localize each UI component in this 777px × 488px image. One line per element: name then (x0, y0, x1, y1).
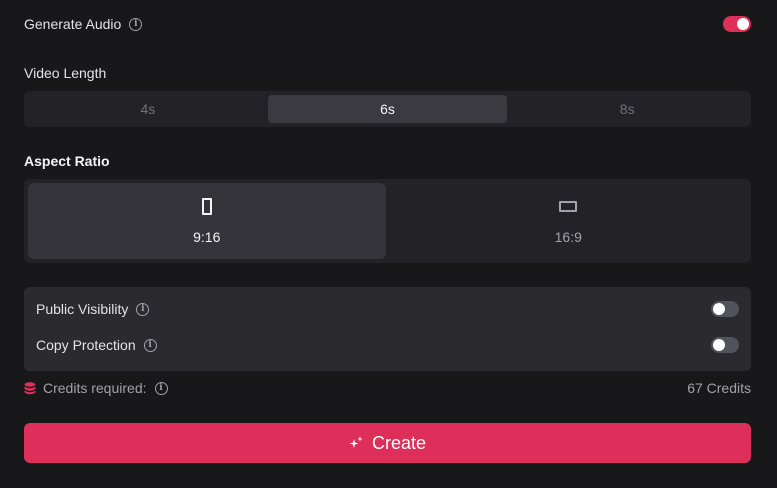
copy-protection-label: Copy Protection (36, 337, 136, 353)
public-visibility-row: Public Visibility i (36, 301, 739, 317)
aspect-option-label: 16:9 (554, 228, 582, 245)
video-length-label: Video Length (24, 65, 107, 81)
public-visibility-label: Public Visibility (36, 301, 129, 317)
info-icon[interactable]: i (129, 17, 143, 31)
visibility-options-panel: Public Visibility i Copy Protection i (24, 287, 751, 371)
generate-audio-label: Generate Audio (24, 16, 122, 32)
generate-audio-toggle[interactable] (723, 16, 751, 32)
copy-protection-row: Copy Protection i (36, 337, 739, 353)
toggle-knob (713, 303, 725, 315)
aspect-ratio-selector: 9:16 16:9 (24, 179, 751, 263)
toggle-knob (737, 18, 749, 30)
create-button-label: Create (371, 432, 427, 453)
aspect-option-16-9[interactable]: 16:9 (390, 183, 748, 259)
length-option-8s[interactable]: 8s (507, 95, 747, 123)
generate-audio-row: Generate Audio i (24, 16, 751, 32)
credits-label: Credits required: (43, 380, 147, 396)
portrait-rect-icon (201, 197, 212, 215)
video-length-selector: 4s 6s 8s (24, 91, 751, 127)
aspect-ratio-label: Aspect Ratio (24, 153, 110, 169)
info-icon[interactable]: i (143, 338, 157, 352)
database-icon (24, 381, 36, 394)
length-option-4s[interactable]: 4s (28, 95, 268, 123)
credits-value: 67 Credits (687, 380, 751, 396)
aspect-option-9-16[interactable]: 9:16 (28, 183, 386, 259)
credits-row: Credits required: i 67 Credits (24, 380, 751, 396)
copy-protection-toggle[interactable] (711, 337, 739, 353)
info-icon[interactable]: i (136, 302, 150, 316)
info-icon[interactable]: i (154, 381, 168, 395)
public-visibility-toggle[interactable] (711, 301, 739, 317)
sparkle-icon (349, 436, 363, 448)
aspect-option-label: 9:16 (193, 228, 221, 245)
toggle-knob (713, 339, 725, 351)
landscape-rect-icon (559, 200, 578, 212)
create-button[interactable]: Create (24, 423, 751, 463)
video-length-heading-row: Video Length (24, 65, 751, 81)
length-option-6s[interactable]: 6s (267, 95, 508, 123)
